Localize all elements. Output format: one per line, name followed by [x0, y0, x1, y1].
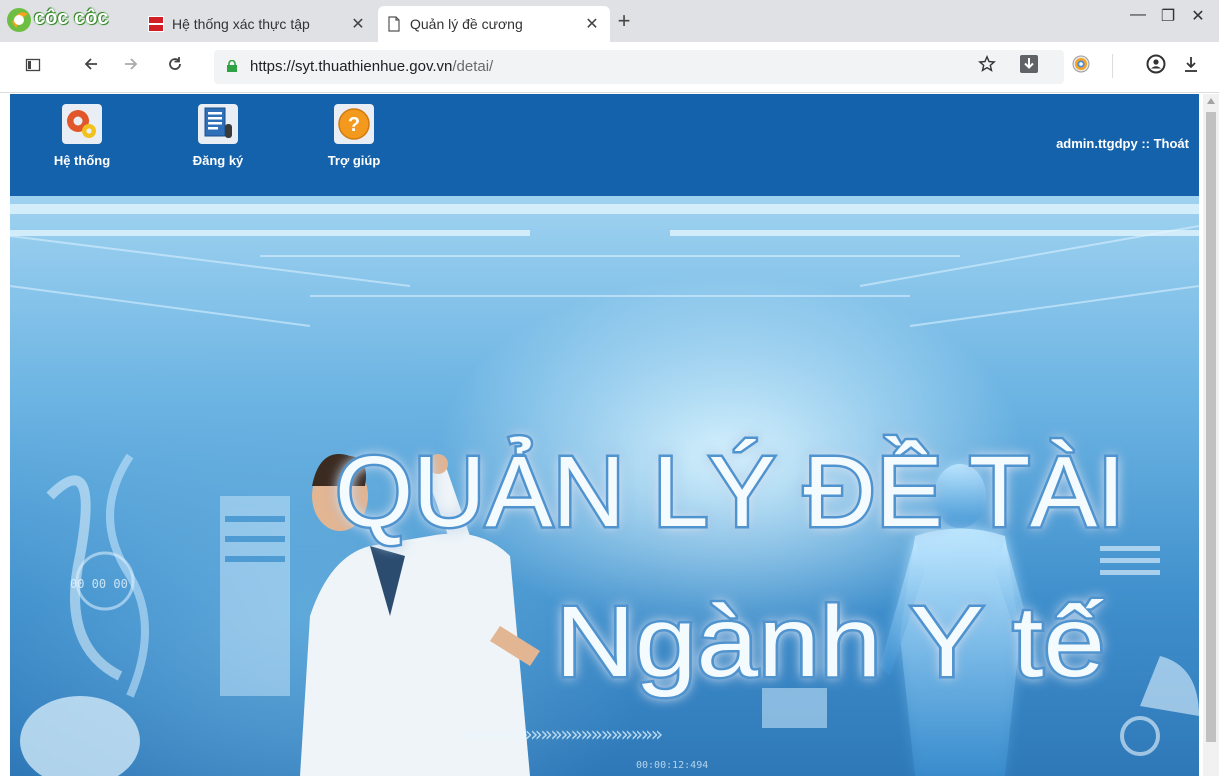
right-hud — [1100, 546, 1199, 756]
toolbar-divider — [1112, 54, 1113, 78]
star-icon[interactable] — [974, 54, 1000, 80]
url-path: /detai/ — [452, 58, 494, 75]
banner-title-line2: Ngành Y tế — [555, 586, 1105, 698]
separator: :: — [1141, 136, 1150, 151]
register-document-icon — [198, 104, 238, 144]
tab-sso[interactable]: Hệ thống xác thực tập ✕ — [140, 6, 376, 42]
hud-panel — [220, 496, 290, 696]
settings-gears-icon — [62, 104, 102, 144]
address-bar[interactable]: https://syt.thuathienhue.gov.vn/detai/ — [214, 50, 1064, 84]
nav-item-dang-ky[interactable]: Đăng ký — [168, 104, 268, 168]
nav-item-label: Trợ giúp — [327, 153, 381, 168]
account-icon[interactable] — [1143, 54, 1169, 80]
coccoc-logo-text: côc côc — [34, 7, 109, 29]
coccoc-logo[interactable]: côc côc — [4, 4, 134, 34]
tab-close-icon[interactable]: ✕ — [580, 14, 604, 34]
svg-text:?: ? — [348, 114, 360, 136]
window-close-button[interactable]: ✕ — [1178, 6, 1218, 26]
tab-close-icon[interactable]: ✕ — [346, 14, 370, 34]
nav-item-he-thong[interactable]: Hệ thống — [32, 104, 132, 168]
url-text[interactable]: https://syt.thuathienhue.gov.vn/detai/ — [250, 58, 493, 75]
lock-icon — [227, 60, 237, 72]
hud-counter: 00 00 00 — [70, 577, 128, 591]
forward-icon[interactable] — [118, 54, 144, 80]
nav-item-label: Đăng ký — [192, 153, 244, 168]
tab-strip: côc côc Hệ thống xác thực tập ✕ Quản lý … — [0, 0, 1219, 42]
hero-banner: 00 00 00 »»»»»»»»»»»»»»»»»»»» 00:00:12:4… — [10, 196, 1199, 776]
dna-decoration — [46, 453, 149, 698]
back-icon[interactable] — [78, 54, 104, 80]
scroll-thumb[interactable] — [1206, 112, 1216, 742]
document-icon — [388, 16, 400, 32]
page-viewport: Hệ thống Đăng ký ? Trợ giúp admin.ttgdpy… — [10, 94, 1199, 776]
nav-item-label: Hệ thống — [53, 153, 111, 168]
sidebar-icon[interactable] — [20, 54, 46, 80]
banner-title-line1: QUẢN LÝ ĐỀ TÀI — [335, 436, 1125, 548]
brain-decoration — [20, 696, 140, 776]
hero-artwork: 00 00 00 »»»»»»»»»»»»»»»»»»»» 00:00:12:4… — [10, 204, 1199, 776]
ceiling-lines — [10, 225, 1199, 327]
reload-icon[interactable] — [162, 54, 188, 80]
sso-hue-icon — [148, 16, 164, 32]
tab-quan-ly-de-cuong[interactable]: Quản lý đề cương ✕ — [378, 6, 610, 42]
tab-title: Hệ thống xác thực tập — [172, 16, 310, 32]
download-icon[interactable] — [1178, 54, 1204, 80]
hud-time: 00:00:12:494 — [636, 760, 708, 771]
help-question-icon: ? — [334, 104, 374, 144]
nav-item-tro-giup[interactable]: ? Trợ giúp — [304, 104, 404, 168]
top-nav-bar: Hệ thống Đăng ký ? Trợ giúp admin.ttgdpy… — [10, 94, 1199, 196]
user-area: admin.ttgdpy :: Thoát — [1056, 136, 1189, 151]
vertical-scrollbar[interactable] — [1203, 94, 1219, 776]
new-tab-button[interactable]: + — [612, 8, 636, 34]
scroll-up-arrow-icon[interactable] — [1207, 98, 1215, 104]
svg-text:»»»»»»»»»»»»»»»»»»»»: »»»»»»»»»»»»»»»»»»»» — [460, 722, 662, 746]
chevron-stream: »»»»»»»»»»»»»»»»»»»» — [460, 722, 664, 746]
tab-title: Quản lý đề cương — [410, 16, 523, 32]
logout-link[interactable]: Thoát — [1154, 136, 1189, 151]
save-page-icon[interactable] — [1016, 54, 1042, 80]
url-host: https://syt.thuathienhue.gov.vn — [250, 58, 453, 75]
coccoc-leaf-icon — [7, 8, 31, 32]
coccoc-extension-icon[interactable] — [1068, 54, 1094, 80]
browser-toolbar: https://syt.thuathienhue.gov.vn/detai/ — [0, 42, 1219, 93]
username: admin.ttgdpy — [1056, 136, 1138, 151]
ceiling-lights — [10, 204, 1199, 236]
